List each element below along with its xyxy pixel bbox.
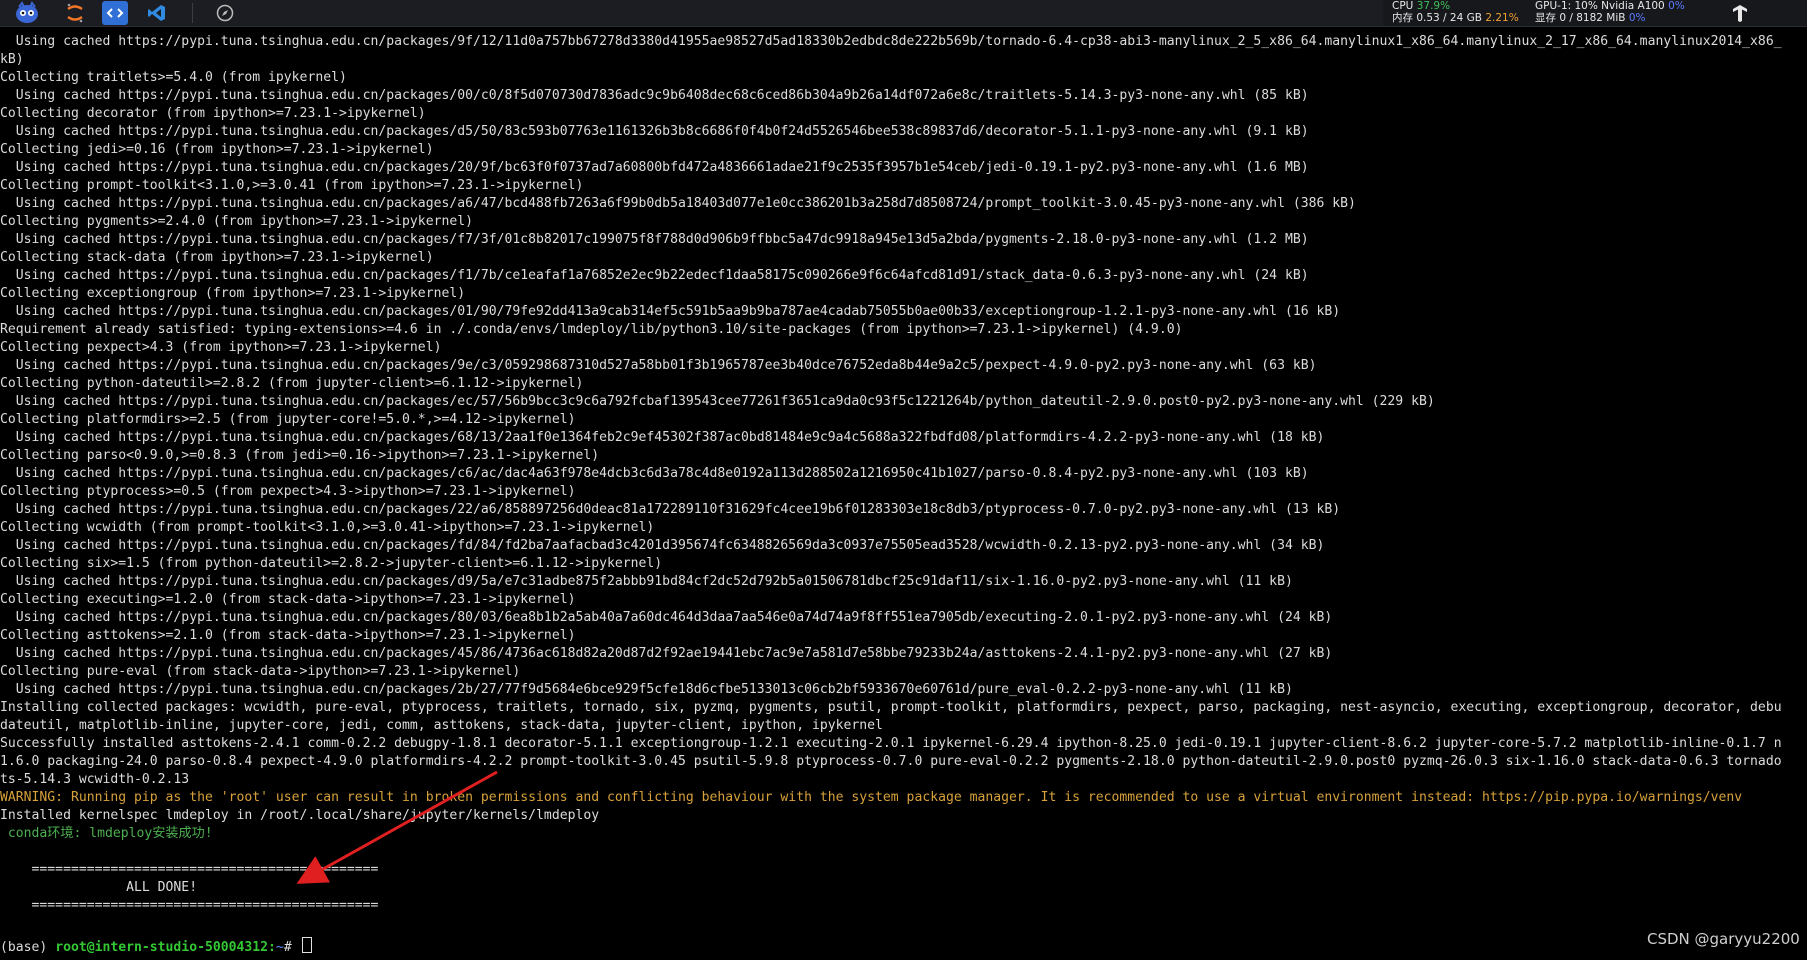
terminal-line: Using cached https://pypi.tuna.tsinghua.… — [0, 430, 1325, 445]
vram-stat: 显存 0 / 8182 MiB 0% — [1535, 12, 1646, 24]
prompt-env: (base) — [0, 940, 56, 955]
terminal-line: Collecting parso<0.9.0,>=0.8.3 (from jed… — [0, 448, 600, 463]
terminal-line: Collecting exceptiongroup (from ipython>… — [0, 286, 466, 301]
terminal-line: Using cached https://pypi.tuna.tsinghua.… — [0, 682, 1293, 697]
terminal-line: Installing collected packages: wcwidth, … — [0, 700, 1782, 715]
terminal-line: Requirement already satisfied: typing-ex… — [0, 322, 1183, 337]
done-banner-rule: ========================================… — [0, 898, 379, 913]
terminal-line: Using cached https://pypi.tuna.tsinghua.… — [0, 304, 1341, 319]
terminal-line: 1.6.0 packaging-24.0 parso-0.8.4 pexpect… — [0, 754, 1782, 769]
kernelspec-line: Installed kernelspec lmdeploy in /root/.… — [0, 808, 600, 823]
terminal-line: Collecting asttokens>=2.1.0 (from stack-… — [0, 628, 576, 643]
cpu-stat: CPU 37.9% — [1392, 0, 1450, 12]
vram-value: 0% — [1628, 12, 1646, 24]
terminal-line: Using cached https://pypi.tuna.tsinghua.… — [0, 34, 1782, 49]
done-banner-text: ALL DONE! — [0, 880, 198, 895]
terminal-line: Using cached https://pypi.tuna.tsinghua.… — [0, 646, 1333, 661]
prompt-symbol: # — [283, 940, 300, 955]
pip-warning-line: WARNING: Running pip as the 'root' user … — [0, 790, 1743, 805]
terminal-line: Collecting six>=1.5 (from python-dateuti… — [0, 556, 663, 571]
cpu-value: 37.9% — [1416, 0, 1451, 12]
resource-monitor: CPU 37.9% 内存 0.53 / 24 GB 2.21% GPU-1: 1… — [1383, 0, 1807, 26]
vram-label: 显存 0 / 8182 MiB — [1535, 12, 1626, 24]
terminal-line: Using cached https://pypi.tuna.tsinghua.… — [0, 124, 1309, 139]
done-banner-rule: ========================================… — [0, 862, 379, 877]
terminal-output[interactable]: Using cached https://pypi.tuna.tsinghua.… — [0, 33, 1807, 960]
terminal-line: Using cached https://pypi.tuna.tsinghua.… — [0, 466, 1309, 481]
gpu-stat: GPU-1: 10% Nvidia A100 0% — [1535, 0, 1685, 12]
terminal-line: Collecting stack-data (from ipython>=7.2… — [0, 250, 434, 265]
memory-value: 2.21% — [1485, 12, 1519, 24]
terminal-line: Using cached https://pypi.tuna.tsinghua.… — [0, 358, 1317, 373]
terminal-line: Collecting jedi>=0.16 (from ipython>=7.2… — [0, 142, 434, 157]
terminal-line: Using cached https://pypi.tuna.tsinghua.… — [0, 574, 1293, 589]
gpu-value: 0% — [1668, 0, 1685, 12]
terminal-line: Collecting ptyprocess>=0.5 (from pexpect… — [0, 484, 576, 499]
terminal-line: Collecting decorator (from ipython>=7.23… — [0, 106, 426, 121]
terminal-line: Collecting pure-eval (from stack-data->i… — [0, 664, 521, 679]
terminal-cursor[interactable] — [301, 937, 312, 953]
prompt-path: ~ — [275, 940, 284, 955]
vscode-remote-icon[interactable] — [102, 1, 128, 25]
compass-icon[interactable] — [214, 1, 236, 25]
cpu-label: CPU — [1392, 0, 1414, 12]
install-success-line: conda环境: lmdeploy安装成功! — [0, 826, 213, 841]
terminal-line: dateutil, matplotlib-inline, jupyter-cor… — [0, 718, 883, 733]
shell-prompt: (base) root@intern-studio-50004312:~# — [0, 937, 312, 957]
terminal-line: Using cached https://pypi.tuna.tsinghua.… — [0, 232, 1309, 247]
terminal-line: Collecting python-dateutil>=2.8.2 (from … — [0, 376, 584, 391]
tensorflow-icon[interactable] — [1729, 1, 1751, 25]
terminal-line: Using cached https://pypi.tuna.tsinghua.… — [0, 88, 1309, 103]
app-mascot-icon[interactable] — [12, 1, 42, 25]
taskbar-separator — [192, 3, 193, 23]
terminal-line: Collecting pexpect>4.3 (from ipython>=7.… — [0, 340, 442, 355]
memory-label: 内存 0.53 / 24 GB — [1392, 12, 1482, 24]
terminal-line: Collecting pygments>=2.4.0 (from ipython… — [0, 214, 473, 229]
terminal-line: Collecting wcwidth (from prompt-toolkit<… — [0, 520, 655, 535]
jupyter-icon[interactable] — [64, 1, 86, 25]
terminal-line: Using cached https://pypi.tuna.tsinghua.… — [0, 160, 1309, 175]
terminal-line: Using cached https://pypi.tuna.tsinghua.… — [0, 610, 1333, 625]
memory-stat: 内存 0.53 / 24 GB 2.21% — [1392, 12, 1519, 24]
gpu-label: GPU-1: 10% Nvidia A100 — [1535, 0, 1665, 12]
terminal-line: Collecting prompt-toolkit<3.1.0,>=3.0.41… — [0, 178, 584, 193]
terminal-line: Using cached https://pypi.tuna.tsinghua.… — [0, 538, 1325, 553]
terminal-line: Using cached https://pypi.tuna.tsinghua.… — [0, 394, 1435, 409]
terminal-line: Using cached https://pypi.tuna.tsinghua.… — [0, 196, 1356, 211]
terminal-line: kB) — [0, 52, 24, 67]
terminal-line: Collecting platformdirs>=2.5 (from jupyt… — [0, 412, 576, 427]
terminal-line: ts-5.14.3 wcwidth-0.2.13 — [0, 772, 190, 787]
terminal-line: Using cached https://pypi.tuna.tsinghua.… — [0, 268, 1309, 283]
terminal-line: Collecting executing>=1.2.0 (from stack-… — [0, 592, 576, 607]
vscode-icon[interactable] — [146, 1, 168, 25]
taskbar: CPU 37.9% 内存 0.53 / 24 GB 2.21% GPU-1: 1… — [0, 0, 1807, 27]
terminal-line: Collecting traitlets>=5.4.0 (from ipyker… — [0, 70, 347, 85]
terminal-line: Using cached https://pypi.tuna.tsinghua.… — [0, 502, 1341, 517]
csdn-watermark: CSDN @garyyu2200 — [1647, 930, 1800, 948]
terminal-line: Successfully installed asttokens-2.4.1 c… — [0, 736, 1782, 751]
prompt-user-host: root@intern-studio-50004312: — [55, 940, 276, 955]
